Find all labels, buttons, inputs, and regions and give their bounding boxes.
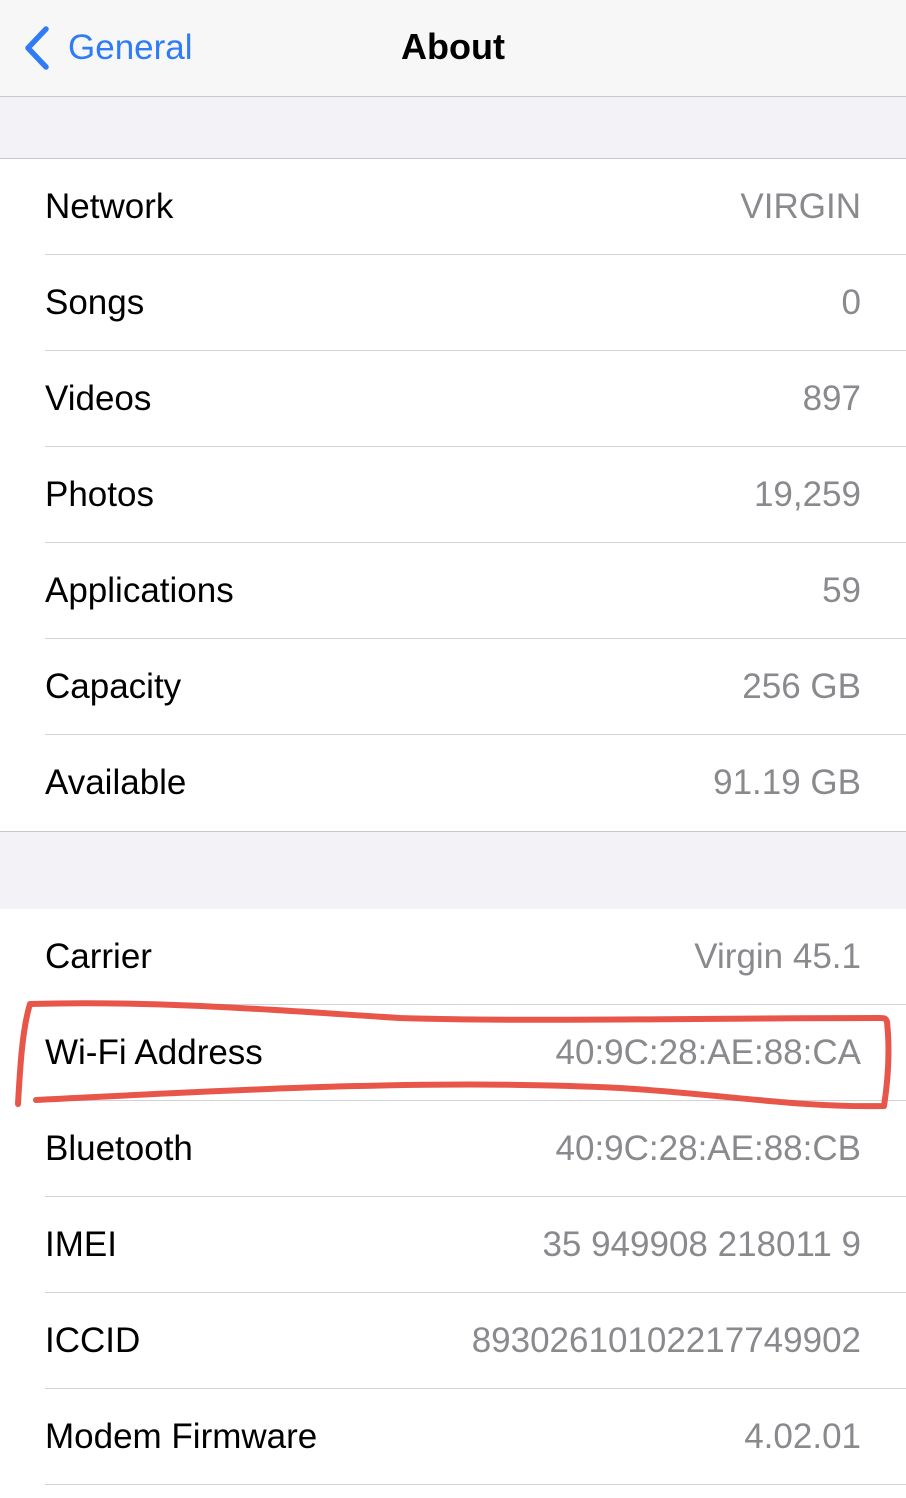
row-capacity: Capacity 256 GB xyxy=(0,639,906,735)
row-value: 59 xyxy=(822,571,861,610)
row-available: Available 91.19 GB xyxy=(0,735,906,831)
row-label: Modem Firmware xyxy=(45,1417,318,1456)
row-label: Available xyxy=(45,763,187,802)
row-value: 19,259 xyxy=(753,475,861,514)
row-label: Wi-Fi Address xyxy=(45,1033,263,1072)
row-label: Bluetooth xyxy=(45,1129,193,1168)
row-applications: Applications 59 xyxy=(0,543,906,639)
row-value: VIRGIN xyxy=(740,187,861,226)
row-bluetooth: Bluetooth 40:9C:28:AE:88:CB xyxy=(0,1101,906,1197)
row-network: Network VIRGIN xyxy=(0,159,906,255)
row-label: Songs xyxy=(45,283,145,322)
row-wifi-address: Wi-Fi Address 40:9C:28:AE:88:CA xyxy=(0,1005,906,1101)
row-value: Virgin 45.1 xyxy=(694,937,861,976)
about-screen: General About Network VIRGIN Songs 0 Vid… xyxy=(0,0,906,1498)
navigation-bar: General About xyxy=(0,0,906,97)
row-videos: Videos 897 xyxy=(0,351,906,447)
row-label: IMEI xyxy=(45,1225,117,1264)
section-spacer xyxy=(0,831,906,910)
row-carrier[interactable]: Carrier Virgin 45.1 xyxy=(0,909,906,1005)
row-label: ICCID xyxy=(45,1321,141,1360)
row-value: 40:9C:28:AE:88:CB xyxy=(555,1129,861,1168)
row-iccid: ICCID 8930261010221774990​2 xyxy=(0,1293,906,1389)
row-photos: Photos 19,259 xyxy=(0,447,906,543)
row-imei: IMEI 35 949908 218011 9 xyxy=(0,1197,906,1293)
row-label: Videos xyxy=(45,379,152,418)
row-songs: Songs 0 xyxy=(0,255,906,351)
row-label: Applications xyxy=(45,571,234,610)
info-group-media: Network VIRGIN Songs 0 Videos 897 Photos… xyxy=(0,159,906,831)
row-value: 91.19 GB xyxy=(713,763,861,802)
page-title: About xyxy=(401,26,505,67)
row-value: 0 xyxy=(841,283,861,322)
row-value: 8930261010221774990​2 xyxy=(471,1321,861,1360)
row-value: 35 949908 218011 9 xyxy=(542,1225,861,1264)
section-spacer xyxy=(0,97,906,159)
row-value: 4.02.01 xyxy=(744,1417,861,1456)
row-value: 256 GB xyxy=(742,667,861,706)
row-value: 40:9C:28:AE:88:CA xyxy=(555,1033,861,1072)
row-modem-firmware: Modem Firmware 4.02.01 xyxy=(0,1389,906,1485)
row-label: Capacity xyxy=(45,667,182,706)
row-label: Photos xyxy=(45,475,154,514)
row-value: 897 xyxy=(802,379,861,418)
info-group-network: Carrier Virgin 45.1 Wi-Fi Address 40:9C:… xyxy=(0,909,906,1485)
row-label: Network xyxy=(45,187,174,226)
row-label: Carrier xyxy=(45,937,152,976)
